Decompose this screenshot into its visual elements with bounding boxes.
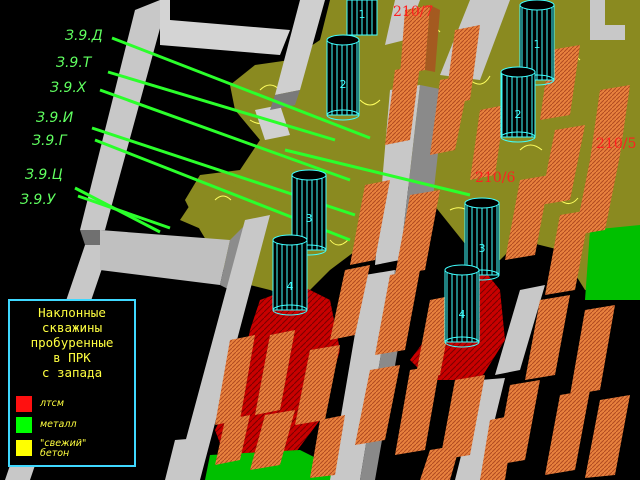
well-label: З.9.Г	[32, 133, 68, 149]
legend: Наклонные скважины пробуренные в ПРК с з…	[8, 299, 136, 467]
well-labels: З.9.Д З.9.Т З.9.Х З.9.И З.9.Г З.9.Ц З.9.…	[20, 28, 103, 208]
green-swatch	[16, 417, 32, 433]
column-label: 2	[340, 78, 347, 91]
room-label: 210/5	[596, 136, 636, 152]
legend-label: лтсм	[40, 398, 64, 409]
room-label: 210/6	[475, 170, 515, 186]
column-1-left: 1	[346, 0, 378, 36]
well-label: З.9.И	[36, 110, 74, 126]
column-2-left: 2	[326, 34, 360, 121]
well-label: З.9.Х	[50, 80, 87, 96]
legend-label: "свежий" бетон	[40, 438, 87, 459]
room-label: 210/7	[393, 4, 433, 20]
well-label: З.9.У	[20, 192, 57, 208]
well-label: З.9.Ц	[25, 167, 63, 183]
column-4-left: 4	[272, 234, 308, 316]
legend-title: Наклонные скважины пробуренные в ПРК с з…	[30, 305, 114, 380]
column-4-right: 4	[444, 264, 480, 348]
column-label: 3	[306, 212, 313, 225]
column-label: 1	[534, 38, 541, 51]
well-label: З.9.Д	[65, 28, 103, 44]
yellow-swatch	[16, 440, 32, 456]
legend-label: металл	[40, 419, 77, 430]
column-label: 3	[479, 242, 486, 255]
well-label: З.9.Т	[56, 55, 93, 71]
column-label: 1	[359, 8, 366, 21]
column-label: 2	[515, 108, 522, 121]
red-swatch	[16, 396, 32, 412]
column-label: 4	[287, 280, 294, 293]
column-2-right: 2	[500, 66, 536, 143]
column-label: 4	[459, 308, 466, 321]
